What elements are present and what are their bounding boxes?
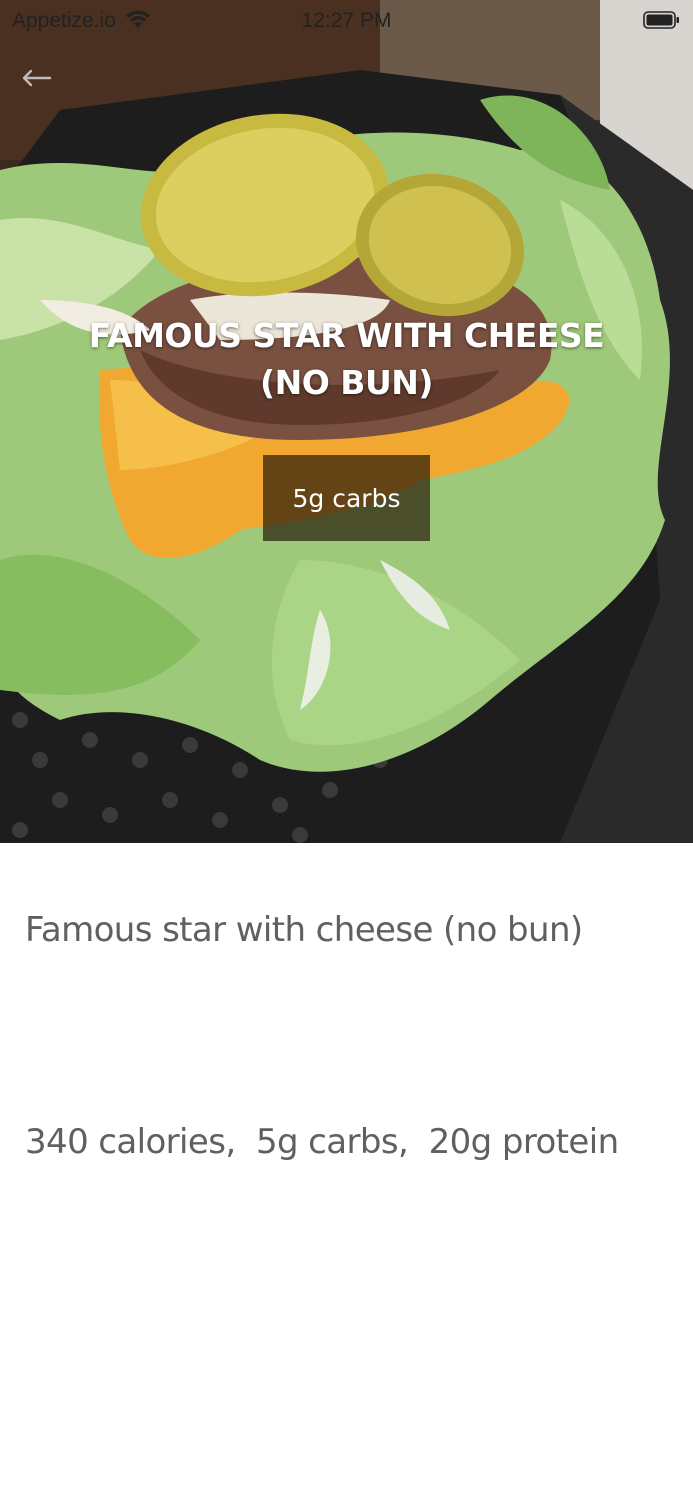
status-time: 12:27 PM [301, 9, 392, 32]
arrow-left-icon [22, 69, 52, 87]
battery-icon [643, 11, 679, 29]
food-photo: Appetize.io 12:27 PM FAMOUS STAR WITH CH… [0, 0, 693, 843]
nutrition-summary: 340 calories, 5g carbs, 20g protein [25, 1122, 619, 1162]
back-button[interactable] [14, 60, 58, 96]
burger-photo-illustration [0, 0, 693, 843]
food-name: Famous star with cheese (no bun) [25, 910, 583, 950]
food-detail-screen: Appetize.io 12:27 PM FAMOUS STAR WITH CH… [0, 0, 693, 1500]
food-title: FAMOUS STAR WITH CHEESE (NO BUN) [88, 316, 605, 402]
carbs-badge: 5g carbs [263, 455, 430, 541]
status-bar: Appetize.io 12:27 PM [0, 0, 693, 44]
